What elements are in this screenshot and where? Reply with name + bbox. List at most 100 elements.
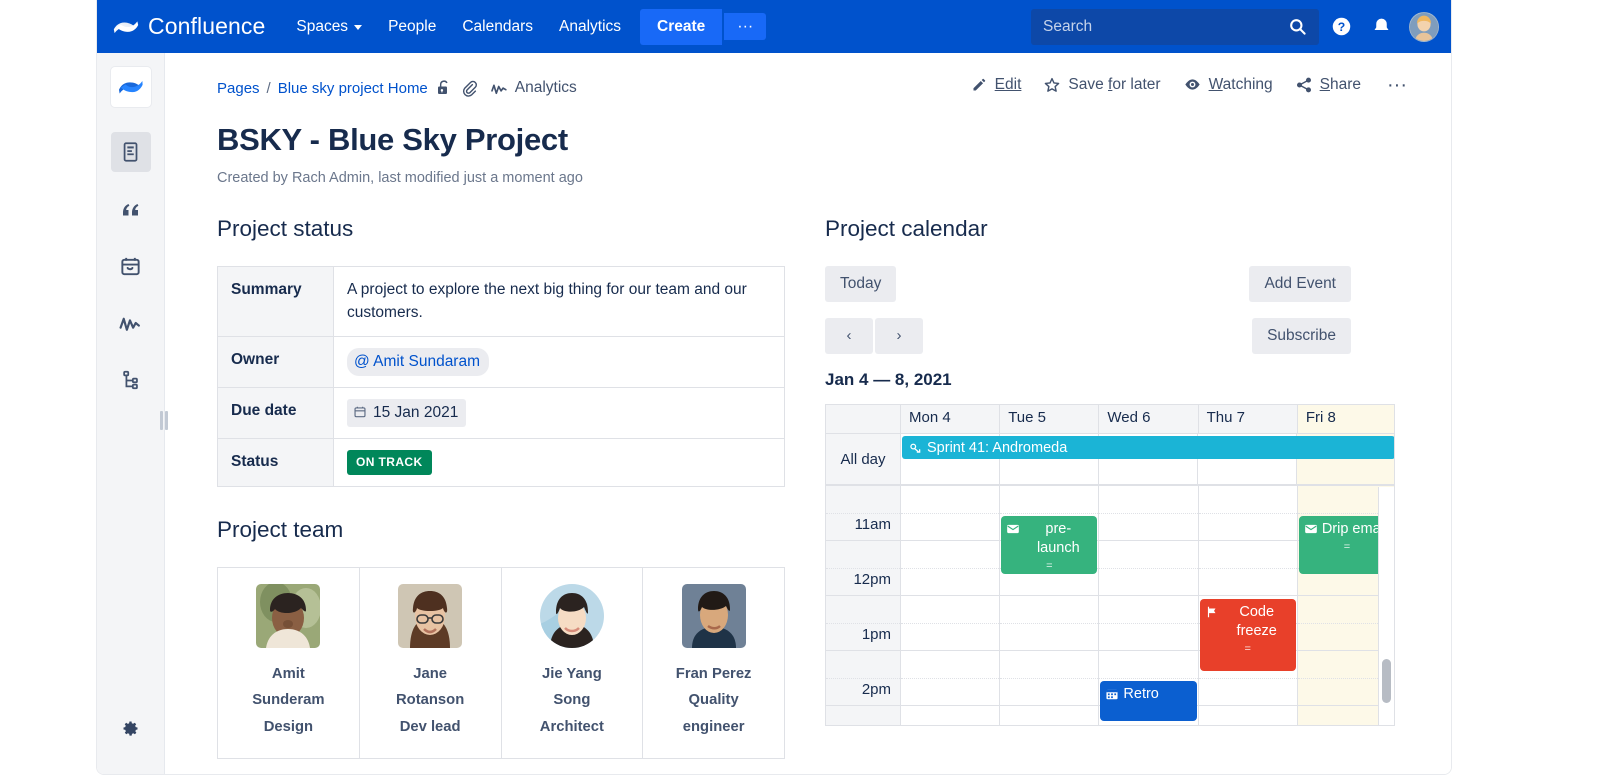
calendar-scrollbar-thumb[interactable] [1382,659,1391,703]
slot[interactable] [901,706,999,725]
slot[interactable] [1198,514,1297,541]
create-more-button[interactable]: ··· [724,12,767,41]
save-for-later-button[interactable]: Save for later [1043,75,1161,94]
member-last-name: Quality [688,692,739,709]
breadcrumb-pages[interactable]: Pages [217,80,260,97]
team-member-card[interactable]: Amit Sunderam Design [218,568,360,758]
event-title: Retro [1123,686,1159,702]
sidebar-item-blog[interactable] [111,189,151,229]
prev-week-button[interactable]: ‹ [825,318,873,354]
day-column-wed[interactable]: Retro [1099,486,1199,725]
add-event-button[interactable]: Add Event [1249,266,1351,303]
analytics-icon [490,84,507,94]
search-icon[interactable] [1288,17,1307,36]
day-column-mon[interactable] [901,486,1001,725]
edit-button[interactable]: Edit [971,75,1022,94]
time-gutter: 11am 12pm 1pm 2pm [826,486,901,725]
team-member-card[interactable]: Jie Yang Song Architect [502,568,644,758]
watching-button[interactable]: Watching [1183,75,1273,94]
slot[interactable] [1198,486,1297,514]
share-button[interactable]: Share [1295,76,1361,94]
edit-key: Edit [994,75,1022,93]
avatar [398,584,463,648]
nav-calendars[interactable]: Calendars [449,11,546,43]
slot[interactable] [1000,651,1099,679]
slot[interactable] [901,486,1000,514]
slot[interactable] [1000,706,1098,725]
slot[interactable] [1198,679,1297,706]
sidebar-item-page-tree[interactable] [111,360,151,400]
slot[interactable] [901,679,1000,706]
user-avatar[interactable] [1409,11,1439,42]
owner-mention[interactable]: @ Amit Sundaram [347,347,490,376]
slot[interactable] [1099,651,1198,679]
table-row: Summary A project to explore the next bi… [217,266,785,337]
slot[interactable] [901,624,1000,651]
slot[interactable] [901,569,1000,596]
event-pre-launch[interactable]: pre-launch = [1001,516,1098,574]
day-column-tue[interactable]: pre-launch = [1000,486,1100,725]
time-slot-label: 1pm [826,624,900,651]
slot[interactable] [901,541,1000,569]
search-box[interactable] [1031,8,1319,45]
sidebar-item-pages[interactable] [110,132,151,172]
nav-people[interactable]: People [375,11,449,43]
team-member-card[interactable]: Fran Perez Quality engineer [643,568,784,758]
slot[interactable] [901,596,1000,624]
sidebar-settings[interactable] [97,718,164,739]
sidebar-item-analytics[interactable] [111,303,151,343]
day-header-mon[interactable]: Mon 4 [901,405,1001,433]
page-more-actions-button[interactable]: ··· [1383,75,1411,95]
calendar-scrollbar-track[interactable] [1378,487,1394,725]
today-button[interactable]: Today [825,266,897,303]
slot[interactable] [901,651,1000,679]
next-week-button[interactable]: › [875,318,923,354]
page-content: Pages / Blue sky project Home Analytics … [165,53,1451,774]
confluence-home-link[interactable]: Confluence [113,13,265,40]
slot[interactable] [1199,706,1297,725]
event-resize-handle[interactable]: = [1006,559,1092,574]
sidebar-item-space-logo[interactable] [110,67,151,107]
slot[interactable] [1000,624,1099,651]
calendar-nav-group: ‹ › [825,318,923,354]
event-code-freeze[interactable]: Code freeze = [1199,599,1296,671]
create-button[interactable]: Create [640,8,723,45]
slot[interactable] [1099,486,1198,514]
event-retro[interactable]: Retro [1100,681,1197,721]
slot[interactable] [1000,596,1099,624]
search-input[interactable] [1043,17,1280,36]
confluence-space-icon [118,80,143,94]
slot[interactable] [1198,569,1297,596]
event-resize-handle[interactable]: = [1205,642,1291,657]
slot[interactable] [1099,514,1198,541]
slot[interactable] [1000,486,1099,514]
team-member-card[interactable]: Jane Rotanson Dev lead [360,568,502,758]
day-header-thu[interactable]: Thu 7 [1198,405,1298,433]
slot[interactable] [1198,541,1297,569]
member-first-name: Jie Yang [541,666,602,682]
sfl-pre: Save [1068,75,1109,93]
notifications-button[interactable] [1363,9,1399,45]
day-header-wed[interactable]: Wed 6 [1099,405,1199,433]
eye-icon [1184,79,1200,90]
subscribe-button[interactable]: Subscribe [1252,318,1351,355]
restrictions-button[interactable] [435,79,453,97]
breadcrumb-analytics[interactable]: Analytics [490,79,577,98]
nav-analytics[interactable]: Analytics [546,11,634,43]
help-button[interactable]: ? [1323,9,1359,45]
day-column-thu[interactable]: Code freeze = [1198,486,1298,725]
slot[interactable] [1099,569,1198,596]
slot[interactable] [901,514,1000,541]
slot[interactable] [1099,596,1198,624]
breadcrumb-home[interactable]: Blue sky project Home [278,80,428,97]
slot[interactable] [1099,541,1198,569]
day-header-tue[interactable]: Tue 5 [1000,405,1100,433]
due-date-chip[interactable]: 15 Jan 2021 [347,398,467,427]
nav-spaces[interactable]: Spaces [283,11,375,43]
attachments-button[interactable] [460,79,478,97]
sidebar-item-calendars[interactable] [111,246,151,286]
slot[interactable] [1099,624,1198,651]
slot[interactable] [1000,679,1099,706]
all-day-event-sprint[interactable]: Sprint 41: Andromeda [902,436,1394,459]
day-header-fri[interactable]: Fri 8 [1297,405,1394,433]
